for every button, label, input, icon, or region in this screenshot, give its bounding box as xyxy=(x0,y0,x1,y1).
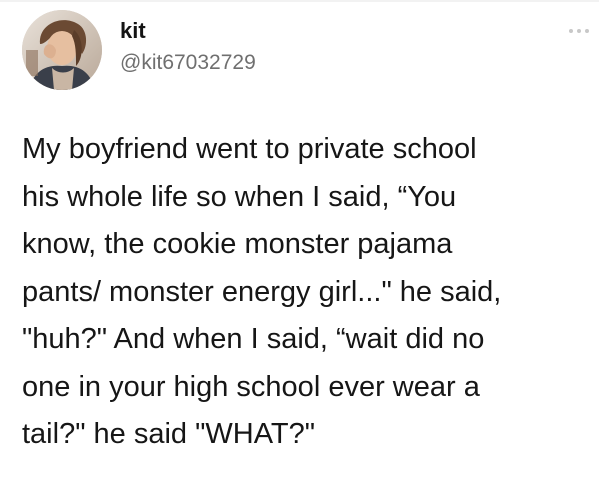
tweet-line: "huh?" And when I said, “wait did no xyxy=(22,323,485,355)
top-divider xyxy=(0,0,599,2)
tweet-line: tail?" he said "WHAT?" xyxy=(22,418,316,450)
tweet-line: My boyfriend went to private school xyxy=(22,133,477,165)
profile-photo-icon xyxy=(22,10,102,90)
tweet-card: kit @kit67032729 My boyfriend went to pr… xyxy=(0,0,599,502)
tweet-text: My boyfriend went to private school his … xyxy=(22,126,592,459)
tweet-line: one in your high school ever wear a xyxy=(22,370,480,403)
tweet-line: know, the cookie monster pajama xyxy=(22,228,453,260)
tweet-line: pants/ monster energy girl..." he said, xyxy=(22,275,502,308)
handle[interactable]: @kit67032729 xyxy=(120,50,256,76)
more-options-icon[interactable] xyxy=(566,24,596,38)
tweet-line: his whole life so when I said, “You xyxy=(22,180,457,213)
avatar[interactable] xyxy=(22,10,102,90)
display-name[interactable]: kit xyxy=(120,18,146,44)
